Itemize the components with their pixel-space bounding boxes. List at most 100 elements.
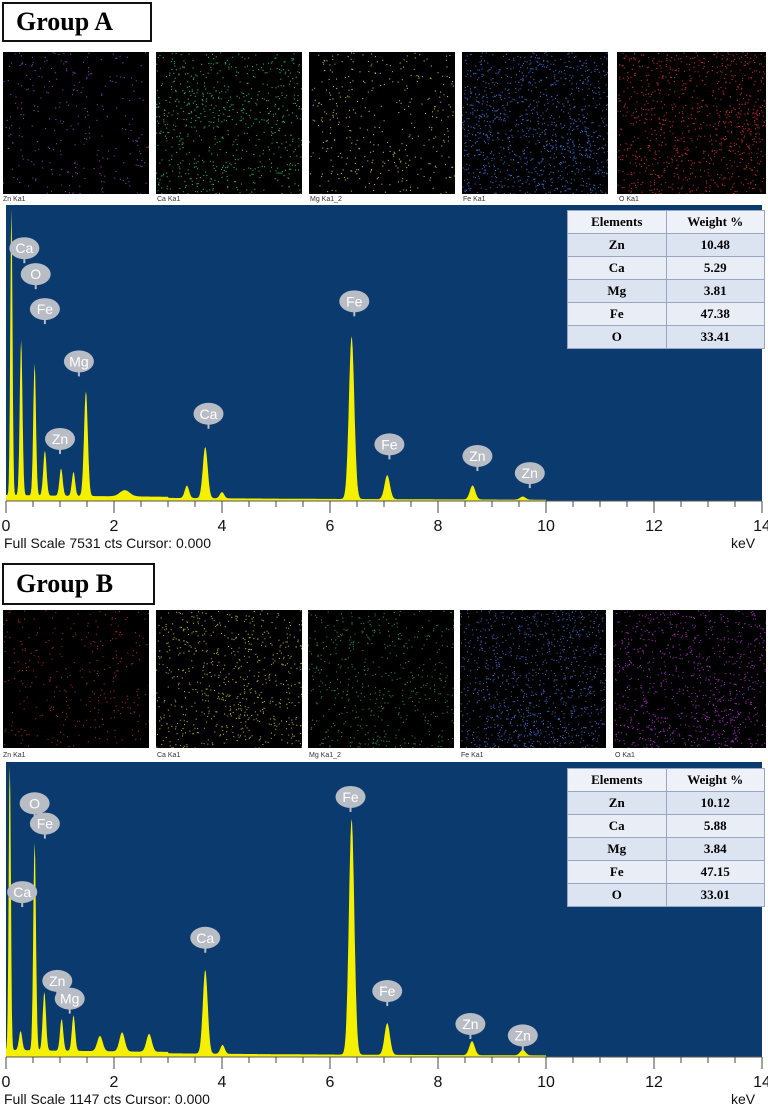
table-row: Ca 5.88 <box>567 814 765 838</box>
group-a-kev-unit: keV <box>731 535 756 551</box>
svg-text:Fe: Fe <box>342 789 359 805</box>
svg-text:Zn: Zn <box>49 973 65 989</box>
map-speckle <box>613 610 766 748</box>
table-row: Fe 47.15 <box>567 860 765 884</box>
svg-text:Zn: Zn <box>469 448 485 464</box>
header-elements: Elements <box>567 210 667 234</box>
svg-text:Mg: Mg <box>69 353 88 369</box>
map-speckle <box>3 52 149 194</box>
svg-text:O: O <box>30 266 41 282</box>
table-row: Mg 3.84 <box>567 837 765 861</box>
group-a-map-zn <box>3 52 149 194</box>
group-b-map-o <box>613 610 766 748</box>
svg-text:Ca: Ca <box>15 240 33 256</box>
x-tick-label: 14 <box>753 518 768 535</box>
group-b-title-text: Group B <box>16 569 114 598</box>
group-a-map-caption-ca: Ca Ka1 <box>157 196 181 203</box>
svg-text:Zn: Zn <box>522 465 538 481</box>
weight-cell: 33.01 <box>665 883 765 907</box>
table-header-row: Elements Weight % <box>567 768 765 792</box>
element-cell: O <box>567 325 667 349</box>
table-header-row: Elements Weight % <box>567 210 765 234</box>
group-a-map-caption-fe: Fe Ka1 <box>463 196 486 203</box>
x-tick-label: 8 <box>434 518 443 535</box>
table-row: Zn 10.48 <box>567 233 765 257</box>
x-tick-label: 4 <box>218 1074 227 1091</box>
svg-text:Fe: Fe <box>37 301 54 317</box>
svg-text:Fe: Fe <box>381 436 398 452</box>
map-speckle <box>460 610 606 748</box>
x-tick-label: 12 <box>645 518 663 535</box>
svg-text:Fe: Fe <box>37 816 54 832</box>
weight-cell: 47.38 <box>665 302 765 326</box>
group-b-map-zn <box>3 610 149 748</box>
svg-text:Ca: Ca <box>200 406 218 422</box>
map-speckle <box>617 52 766 194</box>
group-b-map-caption-fe: Fe Ka1 <box>461 752 484 759</box>
svg-text:Zn: Zn <box>515 1027 531 1043</box>
table-row: Fe 47.38 <box>567 302 765 326</box>
group-a-weight-table: Elements Weight % Zn 10.48 Ca 5.29 Mg 3.81 … <box>567 210 765 349</box>
weight-cell: 3.81 <box>665 279 765 303</box>
group-a-map-caption-mg: Mg Ka1_2 <box>310 196 342 203</box>
map-speckle <box>462 52 608 194</box>
x-tick-label: 6 <box>326 1074 335 1091</box>
group-a-map-caption-o: O Ka1 <box>619 196 639 203</box>
map-speckle <box>309 52 455 194</box>
map-speckle <box>156 610 302 748</box>
map-speckle <box>156 52 302 194</box>
x-tick-label: 6 <box>326 518 335 535</box>
x-tick-label: 10 <box>537 1074 555 1091</box>
group-b-map-caption-zn: Zn Ka1 <box>3 752 26 759</box>
table-row: Ca 5.29 <box>567 256 765 280</box>
element-cell: Fe <box>567 302 667 326</box>
group-b-map-ca <box>156 610 302 748</box>
element-cell: Ca <box>567 814 667 838</box>
weight-cell: 10.12 <box>665 791 765 815</box>
weight-cell: 10.48 <box>665 233 765 257</box>
x-tick-label: 14 <box>753 1074 768 1091</box>
weight-cell: 33.41 <box>665 325 765 349</box>
weight-cell: 3.84 <box>665 837 765 861</box>
svg-text:Fe: Fe <box>346 293 363 309</box>
header-elements: Elements <box>567 768 667 792</box>
group-b-map-caption-ca: Ca Ka1 <box>157 752 181 759</box>
group-a-title: Group A <box>2 2 152 42</box>
x-tick-label: 12 <box>645 1074 663 1091</box>
group-a-map-caption-zn: Zn Ka1 <box>3 196 26 203</box>
x-tick-label: 8 <box>434 1074 443 1091</box>
group-a-map-fe <box>462 52 608 194</box>
header-weight: Weight % <box>665 768 765 792</box>
svg-text:Zn: Zn <box>52 431 68 447</box>
x-tick-label: 2 <box>110 518 119 535</box>
group-a-title-text: Group A <box>16 7 114 36</box>
element-cell: Mg <box>567 837 667 861</box>
group-b-map-caption-o: O Ka1 <box>615 752 635 759</box>
group-b-map-mg <box>308 610 454 748</box>
group-a-map-ca <box>156 52 302 194</box>
element-cell: Mg <box>567 279 667 303</box>
weight-cell: 5.29 <box>665 256 765 280</box>
element-cell: Zn <box>567 233 667 257</box>
group-b-title: Group B <box>2 563 155 605</box>
x-tick-label: 4 <box>218 518 227 535</box>
svg-text:Fe: Fe <box>379 983 396 999</box>
weight-cell: 5.88 <box>665 814 765 838</box>
weight-cell: 47.15 <box>665 860 765 884</box>
map-speckle <box>308 610 454 748</box>
svg-text:O: O <box>29 795 40 811</box>
group-a-map-o <box>617 52 766 194</box>
table-row: Mg 3.81 <box>567 279 765 303</box>
x-tick-label: 10 <box>537 518 555 535</box>
group-a-map-mg <box>309 52 455 194</box>
element-cell: O <box>567 883 667 907</box>
group-b-kev-unit: keV <box>731 1091 756 1107</box>
table-row: O 33.41 <box>567 325 765 349</box>
table-row: O 33.01 <box>567 883 765 907</box>
group-b-map-caption-mg: Mg Ka1_2 <box>309 752 341 759</box>
header-weight: Weight % <box>665 210 765 234</box>
x-tick-label: 0 <box>2 1074 11 1091</box>
group-b-full-scale: Full Scale 1147 cts Cursor: 0.000 <box>4 1091 210 1107</box>
table-row: Zn 10.12 <box>567 791 765 815</box>
element-cell: Fe <box>567 860 667 884</box>
